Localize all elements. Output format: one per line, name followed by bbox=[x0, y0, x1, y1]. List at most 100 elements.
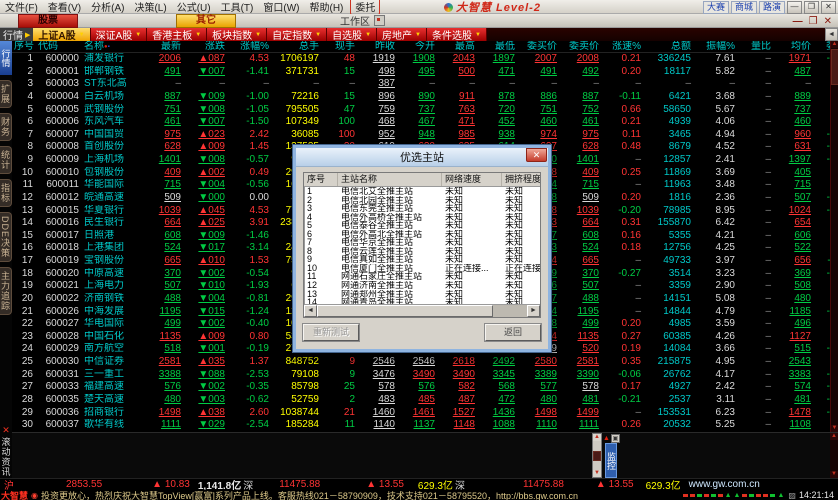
column-header[interactable]: 总额 bbox=[644, 41, 694, 52]
contest-button[interactable]: 大赛 bbox=[702, 1, 729, 14]
news-close-icon[interactable]: ✕ bbox=[2, 426, 10, 435]
server-row[interactable]: 2 电信北园全推主站 未知 未知 bbox=[304, 196, 540, 205]
sidebar-tab[interactable]: 财务 bbox=[0, 113, 12, 141]
server-row[interactable]: 10 电信厦门全推主站 正在连接... 正在连接... bbox=[304, 264, 540, 273]
column-header[interactable]: 均价 bbox=[774, 41, 814, 52]
scroll-down-icon[interactable]: ▼ bbox=[831, 425, 838, 432]
child-minimize-button[interactable]: — bbox=[793, 16, 803, 27]
table-row[interactable]: 3600003ST东北高–––––387–––––––––––– bbox=[12, 78, 838, 91]
market-tab[interactable]: 条件选股 ▼ bbox=[426, 28, 487, 42]
menu-item[interactable]: 公式(U) bbox=[172, 0, 216, 14]
dialog-column-header[interactable]: 主站名称 bbox=[338, 173, 442, 186]
tab-dropdown-icon[interactable]: ▼ bbox=[415, 32, 421, 38]
column-header[interactable]: 序号 bbox=[12, 41, 36, 52]
server-list-hscrollbar[interactable]: ◄ ► bbox=[304, 304, 540, 317]
server-row[interactable]: 1 电信北艾全推主站 未知 未知 bbox=[304, 187, 540, 196]
table-row[interactable]: 26 600031 三一重工 3388 ▼088 -2.53 79108 9 3476 3490 3… bbox=[12, 369, 838, 382]
retest-button[interactable]: 重新测试 bbox=[303, 324, 359, 341]
menu-item[interactable]: 工具(T) bbox=[216, 0, 259, 14]
tab-dropdown-icon[interactable]: ▼ bbox=[315, 32, 321, 38]
column-header[interactable]: 现手 bbox=[322, 41, 358, 52]
minimize-button[interactable]: — bbox=[787, 1, 802, 14]
monitor-restore-icon[interactable]: ▣ bbox=[610, 433, 620, 443]
column-header[interactable]: 昨收 bbox=[358, 41, 398, 52]
close-button[interactable]: ✕ bbox=[821, 1, 836, 14]
scrolling-news-label[interactable]: 滚动资讯 bbox=[0, 437, 13, 477]
table-row[interactable]: 4 600004 白云机场 887 ▼009 -1.00 72216 15 896 890 911 8… bbox=[12, 91, 838, 104]
sidebar-tab[interactable]: 主力追踪 bbox=[0, 267, 12, 316]
column-header[interactable]: 涨幅% bbox=[228, 41, 272, 52]
hscroll-thumb[interactable] bbox=[317, 305, 494, 317]
column-header[interactable]: 今开 bbox=[398, 41, 438, 52]
column-header[interactable]: 涨速% bbox=[602, 41, 644, 52]
stock-mode-button[interactable]: 股票 bbox=[18, 13, 78, 28]
sh-label[interactable]: 沪 bbox=[4, 479, 14, 490]
table-scrollbar[interactable]: ▲ ▼ bbox=[830, 41, 838, 432]
menu-item[interactable]: 窗口(W) bbox=[258, 0, 304, 14]
column-header[interactable]: 委买价 bbox=[518, 41, 560, 52]
mall-button[interactable]: 商城 bbox=[730, 1, 757, 14]
table-row[interactable]: 28 600035 楚天高速 480 ▼003 -0.62 52759 2 483 485 487 4… bbox=[12, 394, 838, 407]
monitor-tab[interactable]: 监控 bbox=[605, 443, 618, 478]
dialog-column-header[interactable]: 拥挤程度 bbox=[502, 173, 540, 186]
table-row[interactable]: 2 600001 邯郸钢铁 491 ▼007 -1.41 371731 15 498 495 500… bbox=[12, 66, 838, 79]
sz-label[interactable]: 深 bbox=[243, 479, 253, 490]
sz2-label[interactable]: 深 bbox=[455, 479, 465, 490]
market-tab[interactable]: 房地产 ▼ bbox=[377, 28, 427, 42]
hscroll-right-icon[interactable]: ► bbox=[527, 305, 540, 317]
news-scrollbar[interactable]: ▲ ▼ bbox=[830, 433, 838, 478]
menu-item[interactable]: 决策(L) bbox=[129, 0, 171, 14]
dialog-column-header[interactable]: 网络速度 bbox=[442, 173, 502, 186]
back-button[interactable]: 返回 bbox=[485, 324, 541, 341]
menu-item[interactable]: 查看(V) bbox=[43, 0, 86, 14]
column-header[interactable]: 最低 bbox=[478, 41, 518, 52]
table-row[interactable]: 30 600037 歌华有线 1111 ▼029 -2.54 185284 11 1140 113… bbox=[12, 419, 838, 432]
server-row[interactable]: 13 网通郑州全推主站 未知 未知 bbox=[304, 290, 540, 299]
dialog-titlebar[interactable]: 优选主站 ✕ bbox=[296, 148, 548, 167]
market-tab[interactable]: 自选股 ▼ bbox=[327, 28, 378, 42]
server-row[interactable]: 3 电信东莞全推主站 未知 未知 bbox=[304, 204, 540, 213]
server-row[interactable]: 9 电信真如全推主站 未知 未知 bbox=[304, 255, 540, 264]
table-row[interactable]: 5 600005 武钢股份 751 ▼008 -1.05 795505 47 759 737 763… bbox=[12, 104, 838, 117]
server-row[interactable]: 5 电信泰谷全推主站 未知 未知 bbox=[304, 221, 540, 230]
menu-item[interactable]: 分析(A) bbox=[86, 0, 129, 14]
server-list[interactable]: 序号 主站名称 网络速度 拥挤程度 1 电信北艾全推主站 未知 未知 2 电信北园全推主站 未知未… bbox=[303, 172, 541, 318]
table-row[interactable]: 7 600007 中国国贸 975 ▲023 2.42 36085 100 952 948 985 9… bbox=[12, 129, 838, 142]
restore-button[interactable]: ❐ bbox=[804, 1, 819, 14]
column-header[interactable]: 名称●▪ bbox=[82, 41, 142, 52]
website-link[interactable]: www.gw.com.cn bbox=[689, 479, 760, 490]
menu-item[interactable]: 文件(F) bbox=[0, 0, 43, 14]
tab-dropdown-icon[interactable]: ▼ bbox=[255, 32, 261, 38]
table-row[interactable]: 27 600033 福建高速 576 ▼002 -0.35 85798 25 578 576 582… bbox=[12, 381, 838, 394]
tab-scroll-left-icon[interactable]: ◄ bbox=[825, 28, 838, 41]
column-header[interactable]: 最新 bbox=[142, 41, 184, 52]
table-row[interactable]: 1 600000 浦发银行 2006 ▲087 4.53 1706197 48 1919 1908… bbox=[12, 53, 838, 66]
sidebar-tab[interactable]: 统计 bbox=[0, 146, 12, 174]
roadshow-button[interactable]: 路演 bbox=[758, 1, 785, 14]
child-close-button[interactable]: ✕ bbox=[824, 16, 832, 27]
market-tab[interactable]: 深证A股 ▼ bbox=[90, 28, 148, 42]
scroll-up-icon[interactable]: ▲ bbox=[831, 41, 838, 48]
market-tab[interactable]: 香港主板 ▼ bbox=[147, 28, 208, 42]
server-row[interactable]: 7 电信华京全推主站 未知 未知 bbox=[304, 238, 540, 247]
table-row[interactable]: 6 600006 东风汽车 461 ▼007 -1.50 107349 100 468 467 47… bbox=[12, 116, 838, 129]
hscroll-left-icon[interactable]: ◄ bbox=[304, 305, 317, 317]
sidebar-tab[interactable]: DDE决策 bbox=[0, 212, 12, 263]
column-header[interactable]: 代码 bbox=[36, 41, 82, 52]
table-row[interactable]: 25 600030 中信证券 2581 ▲035 1.37 848752 9 2546 2546 2… bbox=[12, 356, 838, 369]
tab-dropdown-icon[interactable]: ▼ bbox=[79, 32, 85, 38]
scroll-thumb[interactable] bbox=[830, 49, 838, 85]
market-tab[interactable]: 上证A股 ▼ bbox=[33, 28, 91, 42]
other-mode-button[interactable]: 其它 bbox=[176, 13, 236, 28]
sidebar-tab[interactable]: 扩展 bbox=[0, 80, 12, 108]
column-header[interactable]: 涨跌 bbox=[184, 41, 228, 52]
tab-dropdown-icon[interactable]: ▼ bbox=[135, 32, 141, 38]
server-row[interactable]: 11 网通石家庄全推主站 未知 未知 bbox=[304, 272, 540, 281]
column-header[interactable]: 总手 bbox=[272, 41, 322, 52]
column-header[interactable]: 振幅% bbox=[694, 41, 738, 52]
dialog-column-header[interactable]: 序号 bbox=[304, 173, 338, 186]
tab-dropdown-icon[interactable]: ▼ bbox=[475, 32, 481, 38]
server-row[interactable]: 8 电信云莲全推主站 未知 未知 bbox=[304, 247, 540, 256]
market-tab[interactable]: 自定指数 ▼ bbox=[267, 28, 328, 42]
dialog-close-button[interactable]: ✕ bbox=[526, 148, 547, 162]
